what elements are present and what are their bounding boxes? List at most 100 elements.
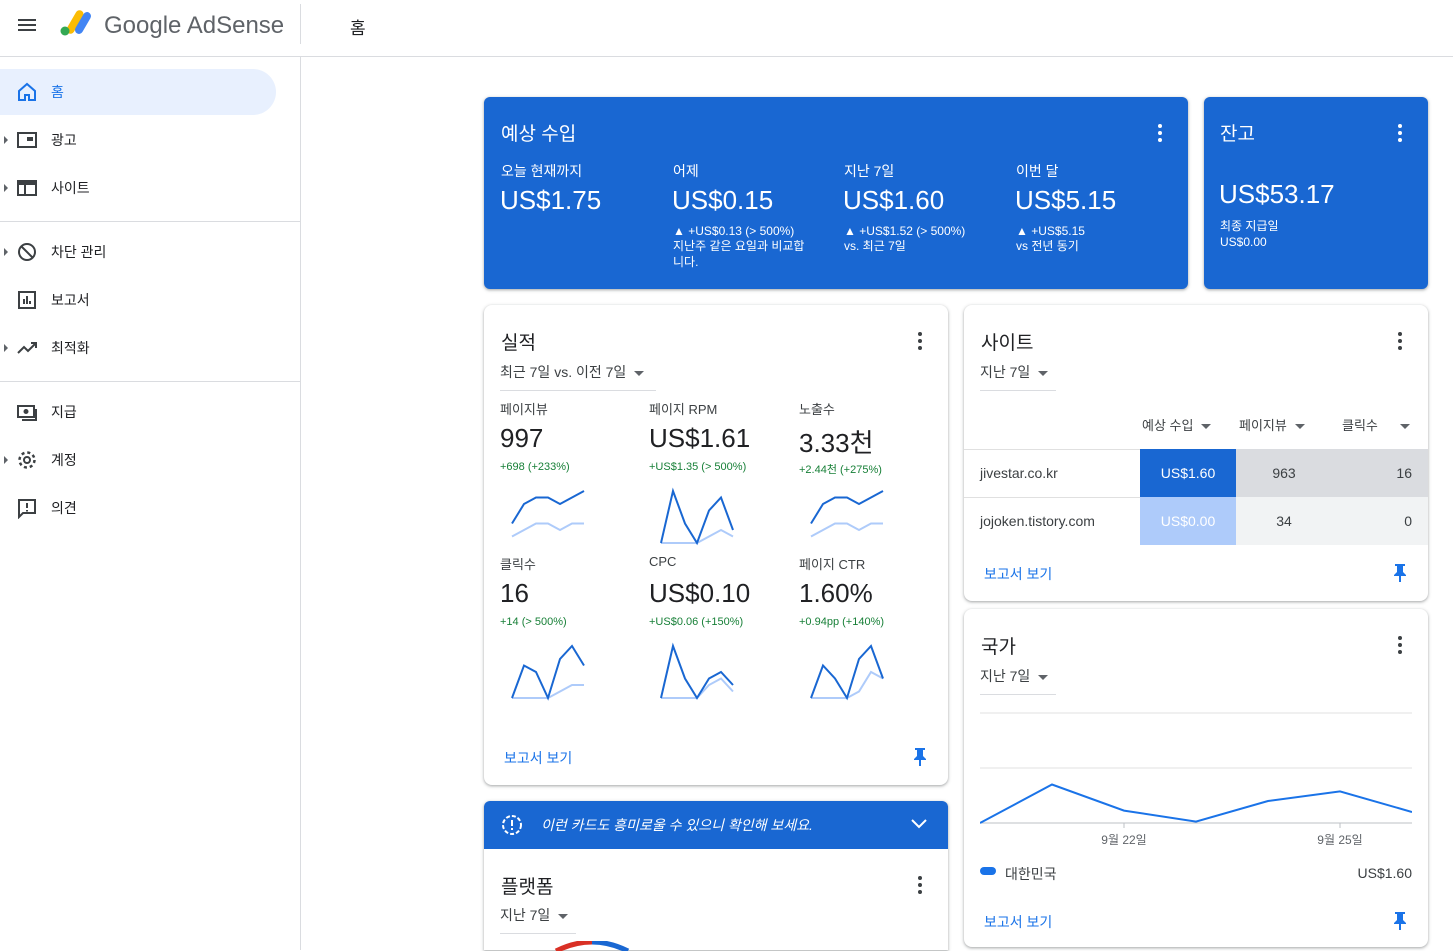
- metric-delta: +0.94pp (+140%): [799, 616, 885, 628]
- more-options-icon[interactable]: [910, 329, 930, 353]
- sidebar-item-label: 최적화: [51, 340, 90, 356]
- metric-label: 페이지 RPM: [649, 402, 718, 417]
- expand-caret-icon: [4, 456, 8, 464]
- dropdown-arrow-icon: [634, 370, 645, 376]
- earnings-value-7days: US$1.60: [843, 185, 945, 215]
- country-card: 국가 지난 7일 9월 22일 9월 25일 대한민국 US$1.60 보고서 보…: [964, 609, 1428, 947]
- legend-swatch: [980, 867, 996, 875]
- earnings-label-month: 이번 달: [1016, 163, 1059, 179]
- sidebar-item-optimization[interactable]: 최적화: [0, 325, 276, 371]
- earnings-delta-7days: ▲ +US$1.52 (> 500%): [844, 224, 966, 238]
- earnings-delta-yesterday: ▲ +US$0.13 (> 500%): [673, 224, 795, 238]
- x-tick-label: 9월 22일: [1101, 833, 1146, 847]
- site-pageviews: 963: [1236, 449, 1332, 497]
- column-header-pageviews[interactable]: 페이지뷰: [1239, 415, 1305, 434]
- estimated-earnings-card: 예상 수입 오늘 현재까지 US$1.75 어제 US$0.15 ▲ +US$0…: [484, 97, 1188, 289]
- sidebar-item-reports[interactable]: 보고서: [0, 277, 276, 323]
- metric-sparkline: [511, 644, 585, 701]
- column-header-earnings[interactable]: 예상 수입: [1142, 415, 1212, 434]
- dropdown-arrow-icon: [1038, 370, 1049, 376]
- site-clicks: 16: [1332, 449, 1428, 497]
- earnings-value-month: US$5.15: [1015, 185, 1117, 215]
- sidebar-item-label: 차단 관리: [51, 244, 107, 260]
- metric-value: US$0.10: [649, 578, 751, 608]
- metric-delta: +14 (> 500%): [500, 616, 567, 628]
- metric-label: 페이지뷰: [500, 402, 548, 417]
- top-app-bar: Google AdSense 홈: [0, 0, 1453, 57]
- card-title: 사이트: [981, 333, 1034, 354]
- country-line-chart: 9월 22일 9월 25일: [980, 712, 1412, 847]
- sidebar-item-account[interactable]: 계정: [0, 437, 276, 483]
- adsense-logo-icon: [60, 10, 91, 36]
- sidebar-item-ads[interactable]: 광고: [0, 117, 276, 163]
- date-range-dropdown[interactable]: 지난 7일: [980, 362, 1056, 391]
- metric-value: 1.60%: [799, 578, 873, 608]
- sidebar: 홈 광고 사이트 차단 관리 보고서 최적화 지급 계정 의견: [0, 57, 301, 950]
- metric-sparkline: [810, 644, 884, 701]
- sort-arrow-icon: [1399, 424, 1410, 430]
- legend-label: 대한민국: [1005, 866, 1057, 882]
- expand-caret-icon: [4, 248, 8, 256]
- suggestion-banner[interactable]: 이런 카드도 흥미로울 수 있으니 확인해 보세요.: [484, 801, 948, 849]
- column-header-clicks[interactable]: 클릭수: [1342, 415, 1410, 434]
- more-options-icon[interactable]: [910, 873, 930, 897]
- current-period-line: [511, 490, 585, 525]
- view-report-link[interactable]: 보고서 보기: [984, 912, 1052, 932]
- date-range-dropdown[interactable]: 지난 7일: [980, 666, 1056, 695]
- more-options-icon[interactable]: [1390, 633, 1410, 657]
- column-header-label: 예상 수입: [1142, 418, 1194, 433]
- column-header-label: 클릭수: [1342, 418, 1378, 433]
- previous-period-line: [810, 522, 883, 538]
- chevron-down-icon[interactable]: [910, 817, 928, 831]
- sidebar-item-label: 사이트: [51, 180, 90, 196]
- sidebar-item-sites[interactable]: 사이트: [0, 165, 276, 211]
- sidebar-item-home[interactable]: 홈: [0, 69, 276, 115]
- more-options-icon[interactable]: [1390, 121, 1410, 145]
- pin-icon[interactable]: [1392, 563, 1408, 583]
- trending-up-icon: [17, 342, 37, 354]
- date-range-dropdown[interactable]: 최근 7일 vs. 이전 7일: [500, 362, 656, 391]
- banner-text: 이런 카드도 흥미로울 수 있으니 확인해 보세요.: [541, 817, 813, 833]
- view-report-link[interactable]: 보고서 보기: [984, 564, 1052, 584]
- current-period-line: [660, 642, 734, 700]
- sites-icon: [17, 180, 37, 196]
- current-period-line: [810, 490, 884, 525]
- metric-value: 3.33천: [799, 428, 874, 458]
- ads-icon: [17, 132, 37, 148]
- pin-icon[interactable]: [912, 747, 928, 767]
- sidebar-item-blocking[interactable]: 차단 관리: [0, 229, 276, 275]
- feedback-icon: [18, 499, 36, 519]
- sidebar-item-label: 광고: [51, 132, 77, 148]
- sidebar-item-payments[interactable]: 지급: [0, 389, 276, 435]
- previous-period-line: [511, 522, 584, 538]
- balance-value: US$53.17: [1219, 179, 1335, 209]
- home-icon: [18, 82, 36, 101]
- date-range-dropdown[interactable]: 지난 7일: [500, 905, 576, 934]
- earnings-compare-yesterday-2: 니다.: [673, 255, 699, 269]
- current-period-line: [660, 487, 734, 546]
- view-report-link[interactable]: 보고서 보기: [504, 748, 572, 768]
- earnings-compare-7days: vs. 최근 7일: [844, 239, 906, 253]
- sort-arrow-icon: [1294, 424, 1305, 430]
- sidebar-item-label: 계정: [51, 452, 77, 468]
- more-options-icon[interactable]: [1150, 121, 1170, 145]
- sidebar-item-feedback[interactable]: 의견: [0, 485, 276, 531]
- earnings-compare-month: vs 전년 동기: [1016, 239, 1079, 253]
- previous-period-line: [661, 677, 734, 699]
- insight-badge-icon: [502, 815, 522, 835]
- site-earnings: US$1.60: [1140, 449, 1236, 497]
- last-payment-label: 최종 지급일: [1220, 219, 1279, 233]
- pin-icon[interactable]: [1392, 911, 1408, 931]
- dropdown-arrow-icon: [558, 913, 569, 919]
- card-title: 국가: [981, 637, 1016, 658]
- metric-value: 16: [500, 578, 529, 608]
- sidebar-item-label: 보고서: [51, 292, 90, 308]
- expand-caret-icon: [4, 344, 8, 352]
- performance-card: 실적 최근 7일 vs. 이전 7일 페이지뷰 997 +698 (+233%) 페이…: [484, 305, 948, 785]
- metric-label: 페이지 CTR: [799, 557, 866, 572]
- page-title: 홈: [350, 19, 366, 38]
- menu-icon[interactable]: [16, 16, 38, 38]
- more-options-icon[interactable]: [1390, 329, 1410, 353]
- earnings-label-yesterday: 어제: [673, 163, 699, 179]
- previous-period-line: [811, 670, 884, 699]
